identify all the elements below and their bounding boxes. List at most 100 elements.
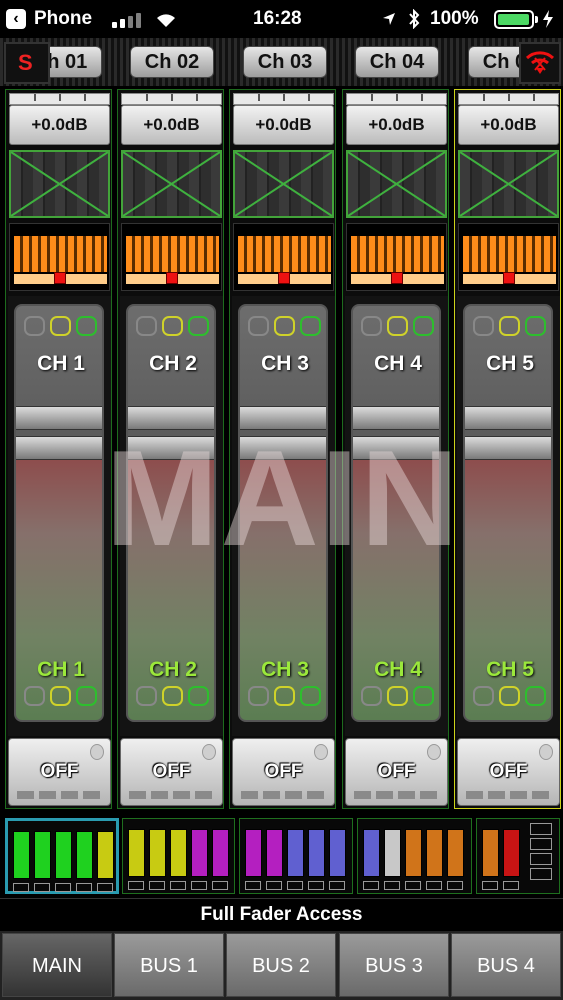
channel-header-strip: Ch 01 Ch 02 Ch 03 Ch 04 Ch 05 xyxy=(0,38,563,86)
bank-color-column xyxy=(97,831,114,879)
bank-slot-indicator xyxy=(447,881,463,890)
bank-2[interactable] xyxy=(122,818,235,894)
mute-label: OFF xyxy=(264,761,303,782)
empty-bank-slot xyxy=(530,853,552,865)
gain-display[interactable]: +0.0dB xyxy=(458,105,559,145)
channel-name-bottom: CH 1 xyxy=(37,658,85,681)
fader-track[interactable]: CH 1 CH 1 xyxy=(14,304,104,722)
bottom-indicator-leds xyxy=(24,686,100,708)
bottom-indicator-leds xyxy=(361,686,437,708)
pan-control[interactable] xyxy=(346,223,447,291)
pan-knob[interactable] xyxy=(278,272,290,284)
bank-1[interactable] xyxy=(5,818,119,894)
bottom-tab-bar: MAIN BUS 1 BUS 2 BUS 3 BUS 4 xyxy=(0,931,563,1000)
channel-tab-4[interactable]: Ch 04 xyxy=(355,46,439,78)
empty-bank-slot xyxy=(530,823,552,835)
gain-scale xyxy=(458,93,559,105)
bottom-indicator-leds xyxy=(136,686,212,708)
fader-track[interactable]: CH 5 CH 5 xyxy=(463,304,553,722)
bank-5[interactable] xyxy=(476,818,560,894)
bank-slot-indicator xyxy=(287,881,303,890)
bank-slot-indicator xyxy=(13,883,29,892)
solo-button[interactable]: S xyxy=(4,42,50,84)
pan-knob[interactable] xyxy=(503,272,515,284)
bank-slot-indicator xyxy=(266,881,282,890)
bank-4[interactable] xyxy=(357,818,472,894)
bank-slot-indicator xyxy=(212,881,228,890)
fx-slot[interactable] xyxy=(458,150,559,218)
tab-main[interactable]: MAIN xyxy=(2,933,112,997)
fader-track[interactable]: CH 2 CH 2 xyxy=(126,304,216,722)
mute-button[interactable]: OFF xyxy=(232,738,335,806)
location-icon xyxy=(383,13,395,25)
bank-color-column xyxy=(308,829,325,877)
top-indicator-leds xyxy=(473,316,549,338)
pan-knob[interactable] xyxy=(54,272,66,284)
bank-color-column xyxy=(34,831,51,879)
fader-area: CH 2 CH 2 xyxy=(120,296,223,736)
bank-slot-indicator xyxy=(191,881,207,890)
bank-color-column xyxy=(245,829,262,877)
drop-icon xyxy=(314,744,328,760)
gain-display[interactable]: +0.0dB xyxy=(121,105,222,145)
gain-display[interactable]: +0.0dB xyxy=(233,105,334,145)
bank-3[interactable] xyxy=(239,818,353,894)
fader-track[interactable]: CH 3 CH 3 xyxy=(238,304,328,722)
bank-slot-indicator xyxy=(76,883,92,892)
pan-control[interactable] xyxy=(233,223,334,291)
bank-slot-indicator xyxy=(482,881,498,890)
clock: 16:28 xyxy=(253,8,302,29)
bank-color-column xyxy=(212,829,229,877)
full-fader-access-label[interactable]: Full Fader Access xyxy=(0,898,563,930)
bank-color-column xyxy=(170,829,187,877)
pan-knob[interactable] xyxy=(391,272,403,284)
tab-bus-4[interactable]: BUS 4 xyxy=(451,933,561,997)
back-app-label[interactable]: Phone xyxy=(34,8,92,30)
fader-track[interactable]: CH 4 CH 4 xyxy=(351,304,441,722)
gain-scale xyxy=(121,93,222,105)
fader-area: CH 4 CH 4 xyxy=(345,296,448,736)
wireless-warning-icon xyxy=(525,51,555,74)
pan-control[interactable] xyxy=(458,223,559,291)
back-arrow-icon[interactable]: ‹ xyxy=(6,9,26,29)
bank-slot-indicator xyxy=(405,881,421,890)
channel-tab-3[interactable]: Ch 03 xyxy=(243,46,327,78)
fader-handle[interactable] xyxy=(465,406,551,460)
gain-display[interactable]: +0.0dB xyxy=(9,105,110,145)
tab-bus-2[interactable]: BUS 2 xyxy=(226,933,336,997)
bank-color-column xyxy=(266,829,283,877)
fx-slot[interactable] xyxy=(346,150,447,218)
tab-bus-3[interactable]: BUS 3 xyxy=(339,933,449,997)
wifi-icon xyxy=(157,14,175,27)
top-indicator-leds xyxy=(248,316,324,338)
channel-tab-2[interactable]: Ch 02 xyxy=(130,46,214,78)
mute-button[interactable]: OFF xyxy=(8,738,111,806)
wireless-status-button[interactable] xyxy=(519,42,561,84)
mute-button[interactable]: OFF xyxy=(345,738,448,806)
fader-handle[interactable] xyxy=(240,406,326,460)
bank-color-column xyxy=(149,829,166,877)
fx-slot[interactable] xyxy=(233,150,334,218)
fx-slot[interactable] xyxy=(121,150,222,218)
bank-slot-indicator xyxy=(329,881,345,890)
channel-name-bottom: CH 5 xyxy=(486,658,534,681)
pan-control[interactable] xyxy=(9,223,110,291)
top-indicator-leds xyxy=(361,316,437,338)
pan-control[interactable] xyxy=(121,223,222,291)
fader-handle[interactable] xyxy=(16,406,102,460)
mute-button[interactable]: OFF xyxy=(457,738,560,806)
drop-icon xyxy=(90,744,104,760)
bank-color-column xyxy=(482,829,499,877)
fader-handle[interactable] xyxy=(128,406,214,460)
fx-slot[interactable] xyxy=(9,150,110,218)
pan-knob[interactable] xyxy=(166,272,178,284)
mute-label: OFF xyxy=(152,761,191,782)
tab-bus-1[interactable]: BUS 1 xyxy=(114,933,224,997)
bank-selector xyxy=(0,815,563,897)
bank-color-column xyxy=(384,829,401,877)
mute-button[interactable]: OFF xyxy=(120,738,223,806)
fader-handle[interactable] xyxy=(353,406,439,460)
gain-display[interactable]: +0.0dB xyxy=(346,105,447,145)
channel-name-top: CH 5 xyxy=(486,352,534,375)
bank-slot-indicator xyxy=(384,881,400,890)
